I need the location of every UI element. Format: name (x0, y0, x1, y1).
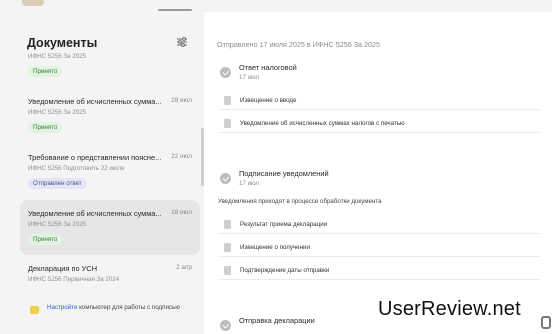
check-circle-icon (220, 173, 231, 184)
document-meta: ИФНС 5256 Подготовить 22 июля (28, 165, 125, 172)
check-circle-icon (220, 320, 231, 331)
document-meta: ИФНС 5256 Первичная За 2024 (28, 276, 120, 283)
file-row[interactable]: Извещение о получении (218, 238, 540, 257)
watermark: UserReview.net (378, 298, 521, 320)
document-list-item[interactable]: Требование о представлении поясне... 22 … (20, 153, 200, 197)
document-date: 22 июл (171, 153, 192, 160)
document-meta: ИФНС 5256 За 2025 (28, 221, 86, 228)
document-title: Уведомление об исчисленных сумма... (28, 97, 162, 106)
document-date: 28 июл (171, 97, 192, 104)
document-meta: ИФНС 5256 За 2025 (28, 109, 86, 116)
file-row[interactable]: Результат приема декларации (218, 215, 540, 234)
file-name: Уведомление об исчисленных суммах налого… (240, 120, 405, 127)
file-row[interactable]: Извещение о вводе (218, 91, 540, 110)
status-badge: Принято (28, 66, 63, 77)
file-row[interactable]: Уведомление об исчисленных суммах налого… (218, 114, 540, 133)
step-date: 17 июл (239, 180, 260, 187)
document-icon (224, 243, 231, 252)
status-badge: Принято (28, 234, 63, 245)
document-meta: ИФНС 5256 За 2025 (28, 53, 86, 60)
file-row[interactable]: Подтверждение даты отправки (218, 261, 540, 280)
active-tab-indicator (158, 9, 192, 11)
document-list-item[interactable]: Уведомление об исчисленных сумма... 28 и… (20, 97, 200, 141)
step-date: 17 июл (239, 74, 260, 81)
file-name: Подтверждение даты отправки (240, 267, 330, 274)
document-icon (224, 266, 231, 275)
check-circle-icon (220, 67, 231, 78)
document-date: 2 апр (176, 264, 192, 271)
document-detail-panel: Отправлено 17 июля 2025 в ИФНС 5256 За 2… (204, 12, 552, 334)
document-icon (224, 96, 231, 105)
computer-hint-icon (30, 306, 39, 314)
status-badge: Принято (28, 122, 63, 133)
document-list-item-selected[interactable]: Уведомление об исчисленных сумма... 18 и… (20, 200, 200, 255)
panel-title: Документы (27, 36, 98, 50)
document-title: Декларация по УСН (28, 264, 98, 273)
document-date: 18 июл (171, 209, 192, 216)
document-title: Уведомление об исчисленных сумма... (28, 209, 162, 218)
top-bar (0, 0, 552, 12)
document-icon (224, 220, 231, 229)
document-title: Требование о представлении поясне... (28, 153, 162, 162)
app-logo[interactable] (22, 0, 44, 6)
sent-info: Отправлено 17 июля 2025 в ИФНС 5256 За 2… (217, 40, 381, 49)
step-note: Уведомления приходят в процессе обработк… (218, 198, 382, 205)
documents-panel: Документы ИФНС 5256 За 2025 Принято Увед… (0, 12, 204, 334)
document-list-item[interactable]: Декларация по УСН 2 апр ИФНС 5256 Первич… (20, 264, 200, 288)
document-list-item[interactable]: ИФНС 5256 За 2025 Принято (20, 53, 200, 85)
step-title: Ответ налоговой (239, 63, 297, 72)
step-title: Отправка декларации (239, 316, 315, 325)
file-name: Извещение о получении (240, 244, 310, 251)
file-name: Результат приема декларации (240, 221, 328, 228)
step-title: Подписание уведомлений (239, 169, 329, 178)
file-name: Извещение о вводе (240, 97, 297, 104)
hint-text: Настройте компьютер для работы с подпись… (47, 303, 197, 312)
corner-widget-icon[interactable] (541, 316, 551, 329)
setup-link[interactable]: Настройте (47, 304, 77, 311)
filter-sliders-icon[interactable] (176, 36, 188, 48)
hint-rest: компьютер для работы с подписью (77, 304, 180, 311)
document-icon (224, 119, 231, 128)
status-badge: Отправлен ответ (28, 178, 87, 189)
